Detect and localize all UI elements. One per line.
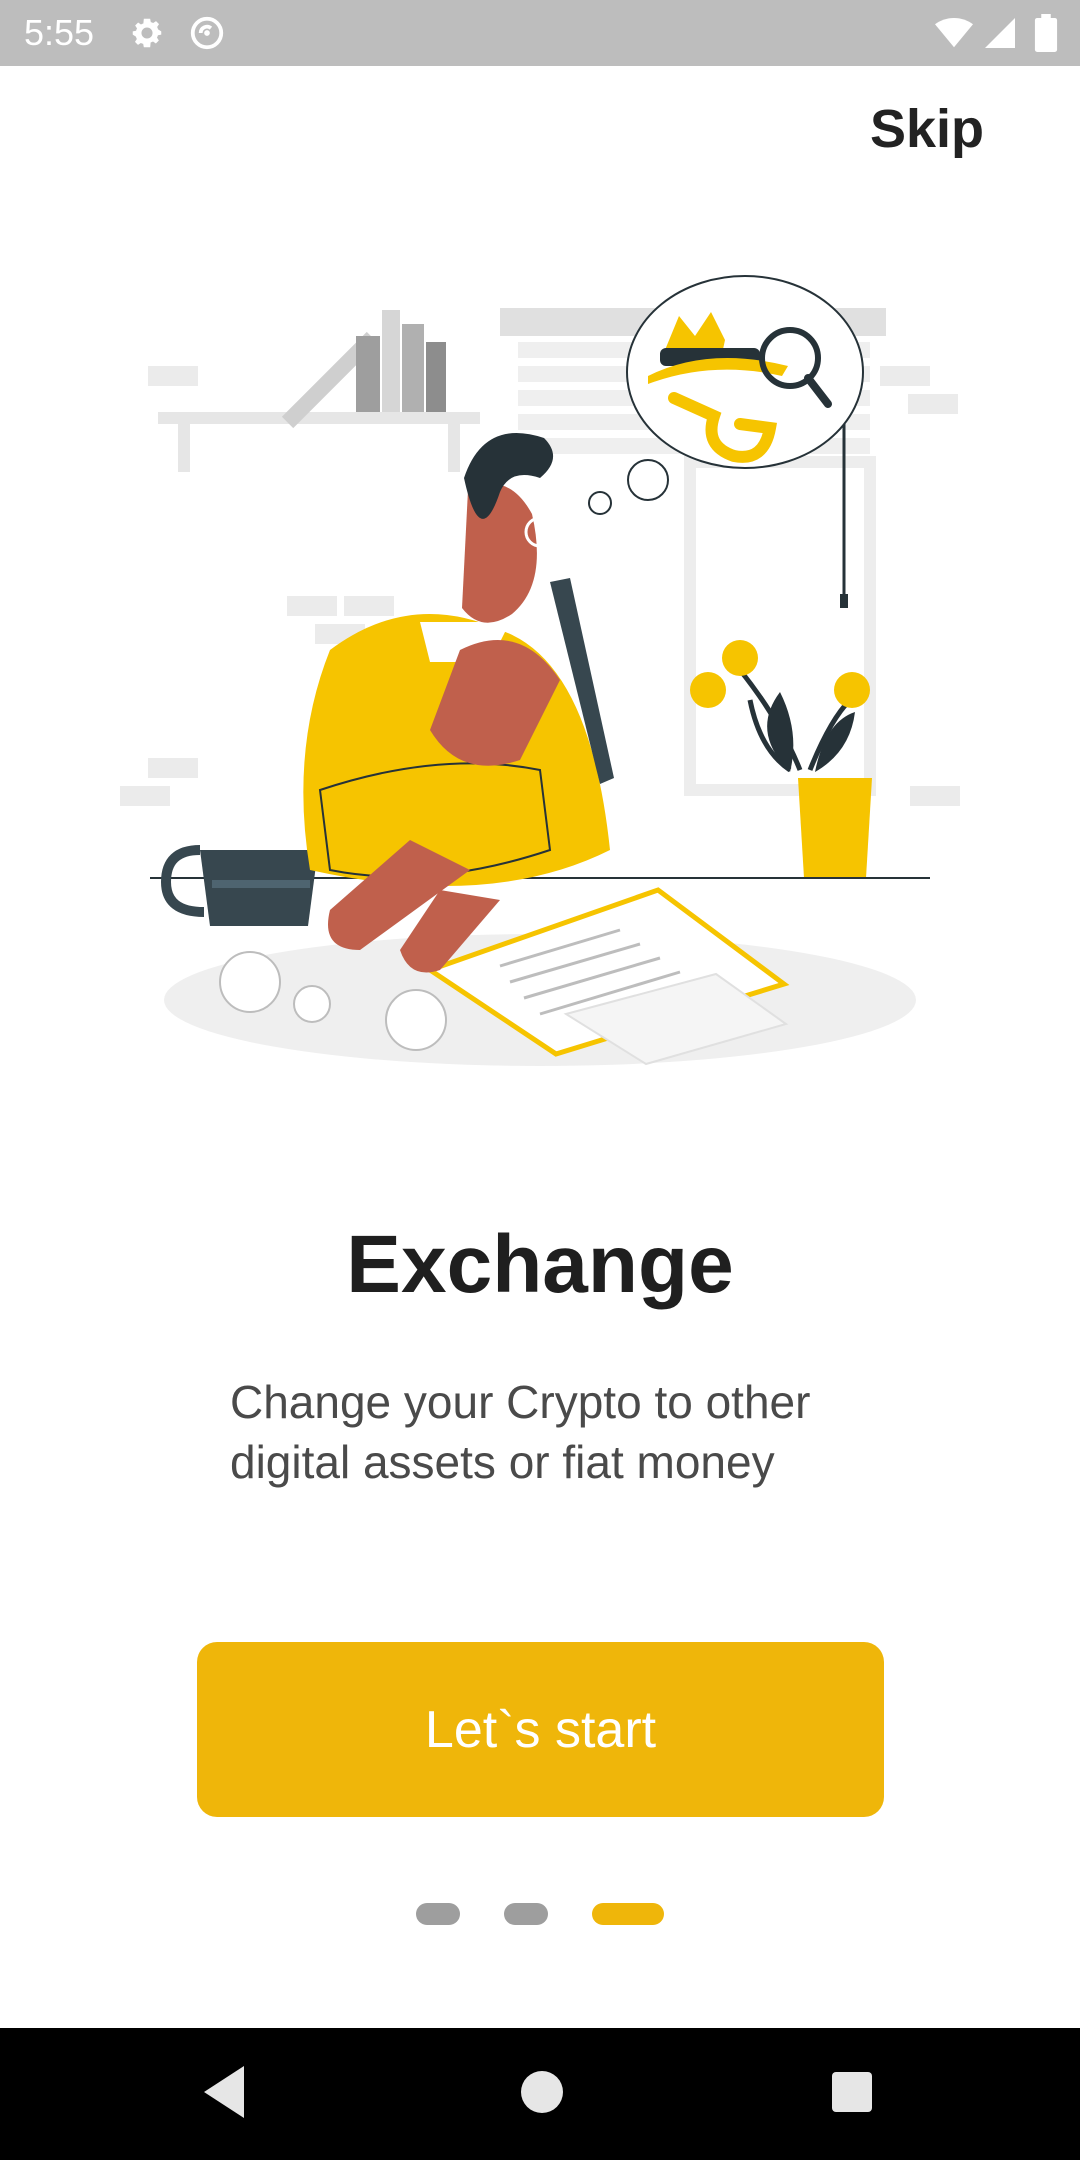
battery-icon [1034, 14, 1058, 57]
page-dot-2[interactable] [504, 1903, 548, 1925]
wifi-icon [934, 14, 974, 57]
recents-icon[interactable] [828, 2062, 876, 2127]
signal-icon [982, 14, 1018, 57]
onboarding-subtitle: Change your Crypto to other digital asse… [230, 1376, 811, 1488]
page-dot-1[interactable] [416, 1903, 460, 1925]
page-indicator [0, 1903, 1080, 1925]
onboarding-illustration [100, 250, 980, 1090]
system-nav-bar [0, 2028, 1080, 2160]
illustration-graphic [120, 275, 960, 1066]
skip-button[interactable]: Skip [870, 98, 984, 160]
onboarding-title: Exchange [346, 1219, 734, 1310]
back-icon[interactable] [200, 2062, 248, 2127]
home-icon[interactable] [518, 2062, 566, 2127]
gear-icon [128, 14, 166, 57]
status-time: 5:55 [24, 12, 95, 53]
page-dot-3-active[interactable] [592, 1903, 664, 1925]
lets-start-button[interactable]: Let`s start [197, 1642, 884, 1817]
sync-icon [188, 14, 226, 57]
status-bar: 5:55 [0, 0, 1080, 66]
